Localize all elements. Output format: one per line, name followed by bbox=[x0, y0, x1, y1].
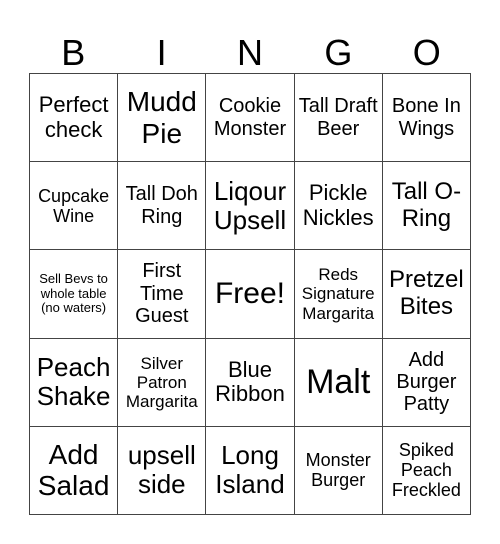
bingo-cell[interactable]: Add Burger Patty bbox=[382, 338, 471, 427]
bingo-cell[interactable]: Silver Patron Margarita bbox=[118, 338, 207, 427]
bingo-cell[interactable]: Malt bbox=[294, 338, 383, 427]
header-letter-i: I bbox=[156, 31, 167, 73]
bingo-cell[interactable]: Tall Draft Beer bbox=[294, 74, 383, 163]
free-space-cell[interactable]: Free! bbox=[206, 250, 295, 339]
bingo-cell[interactable]: Perfect check bbox=[30, 74, 119, 163]
bingo-cell[interactable]: Pickle Nickles bbox=[294, 162, 383, 251]
bingo-cell[interactable]: Add Salad bbox=[30, 426, 119, 515]
bingo-cell[interactable]: Long Island bbox=[206, 426, 295, 515]
bingo-cell[interactable]: Sell Bevs to whole table (no waters) bbox=[30, 250, 119, 339]
bingo-cell[interactable]: Cupcake Wine bbox=[30, 162, 119, 251]
bingo-cell[interactable]: Blue Ribbon bbox=[206, 338, 295, 427]
bingo-cell[interactable]: Reds Signature Margarita bbox=[294, 250, 383, 339]
bingo-cell[interactable]: Tall O-Ring bbox=[382, 162, 471, 251]
header-letter-o: O bbox=[412, 31, 441, 73]
bingo-header: B I N G O bbox=[29, 28, 471, 73]
bingo-cell[interactable]: Bone In Wings bbox=[382, 74, 471, 163]
header-letter-n: N bbox=[236, 31, 263, 73]
bingo-cell[interactable]: upsell side bbox=[118, 426, 207, 515]
bingo-cell[interactable]: Mudd Pie bbox=[118, 74, 207, 163]
bingo-cell[interactable]: Monster Burger bbox=[294, 426, 383, 515]
bingo-cell[interactable]: Tall Doh Ring bbox=[118, 162, 207, 251]
bingo-cell[interactable]: Peach Shake bbox=[30, 338, 119, 427]
bingo-board: Perfect check Mudd Pie Cookie Monster Ta… bbox=[29, 73, 471, 515]
bingo-cell[interactable]: Pretzel Bites bbox=[382, 250, 471, 339]
header-letter-g: G bbox=[324, 31, 353, 73]
bingo-cell[interactable]: Liqour Upsell bbox=[206, 162, 295, 251]
header-letter-b: B bbox=[61, 31, 86, 73]
bingo-cell[interactable]: First Time Guest bbox=[118, 250, 207, 339]
bingo-cell[interactable]: Spiked Peach Freckled bbox=[382, 426, 471, 515]
bingo-cell[interactable]: Cookie Monster bbox=[206, 74, 295, 163]
